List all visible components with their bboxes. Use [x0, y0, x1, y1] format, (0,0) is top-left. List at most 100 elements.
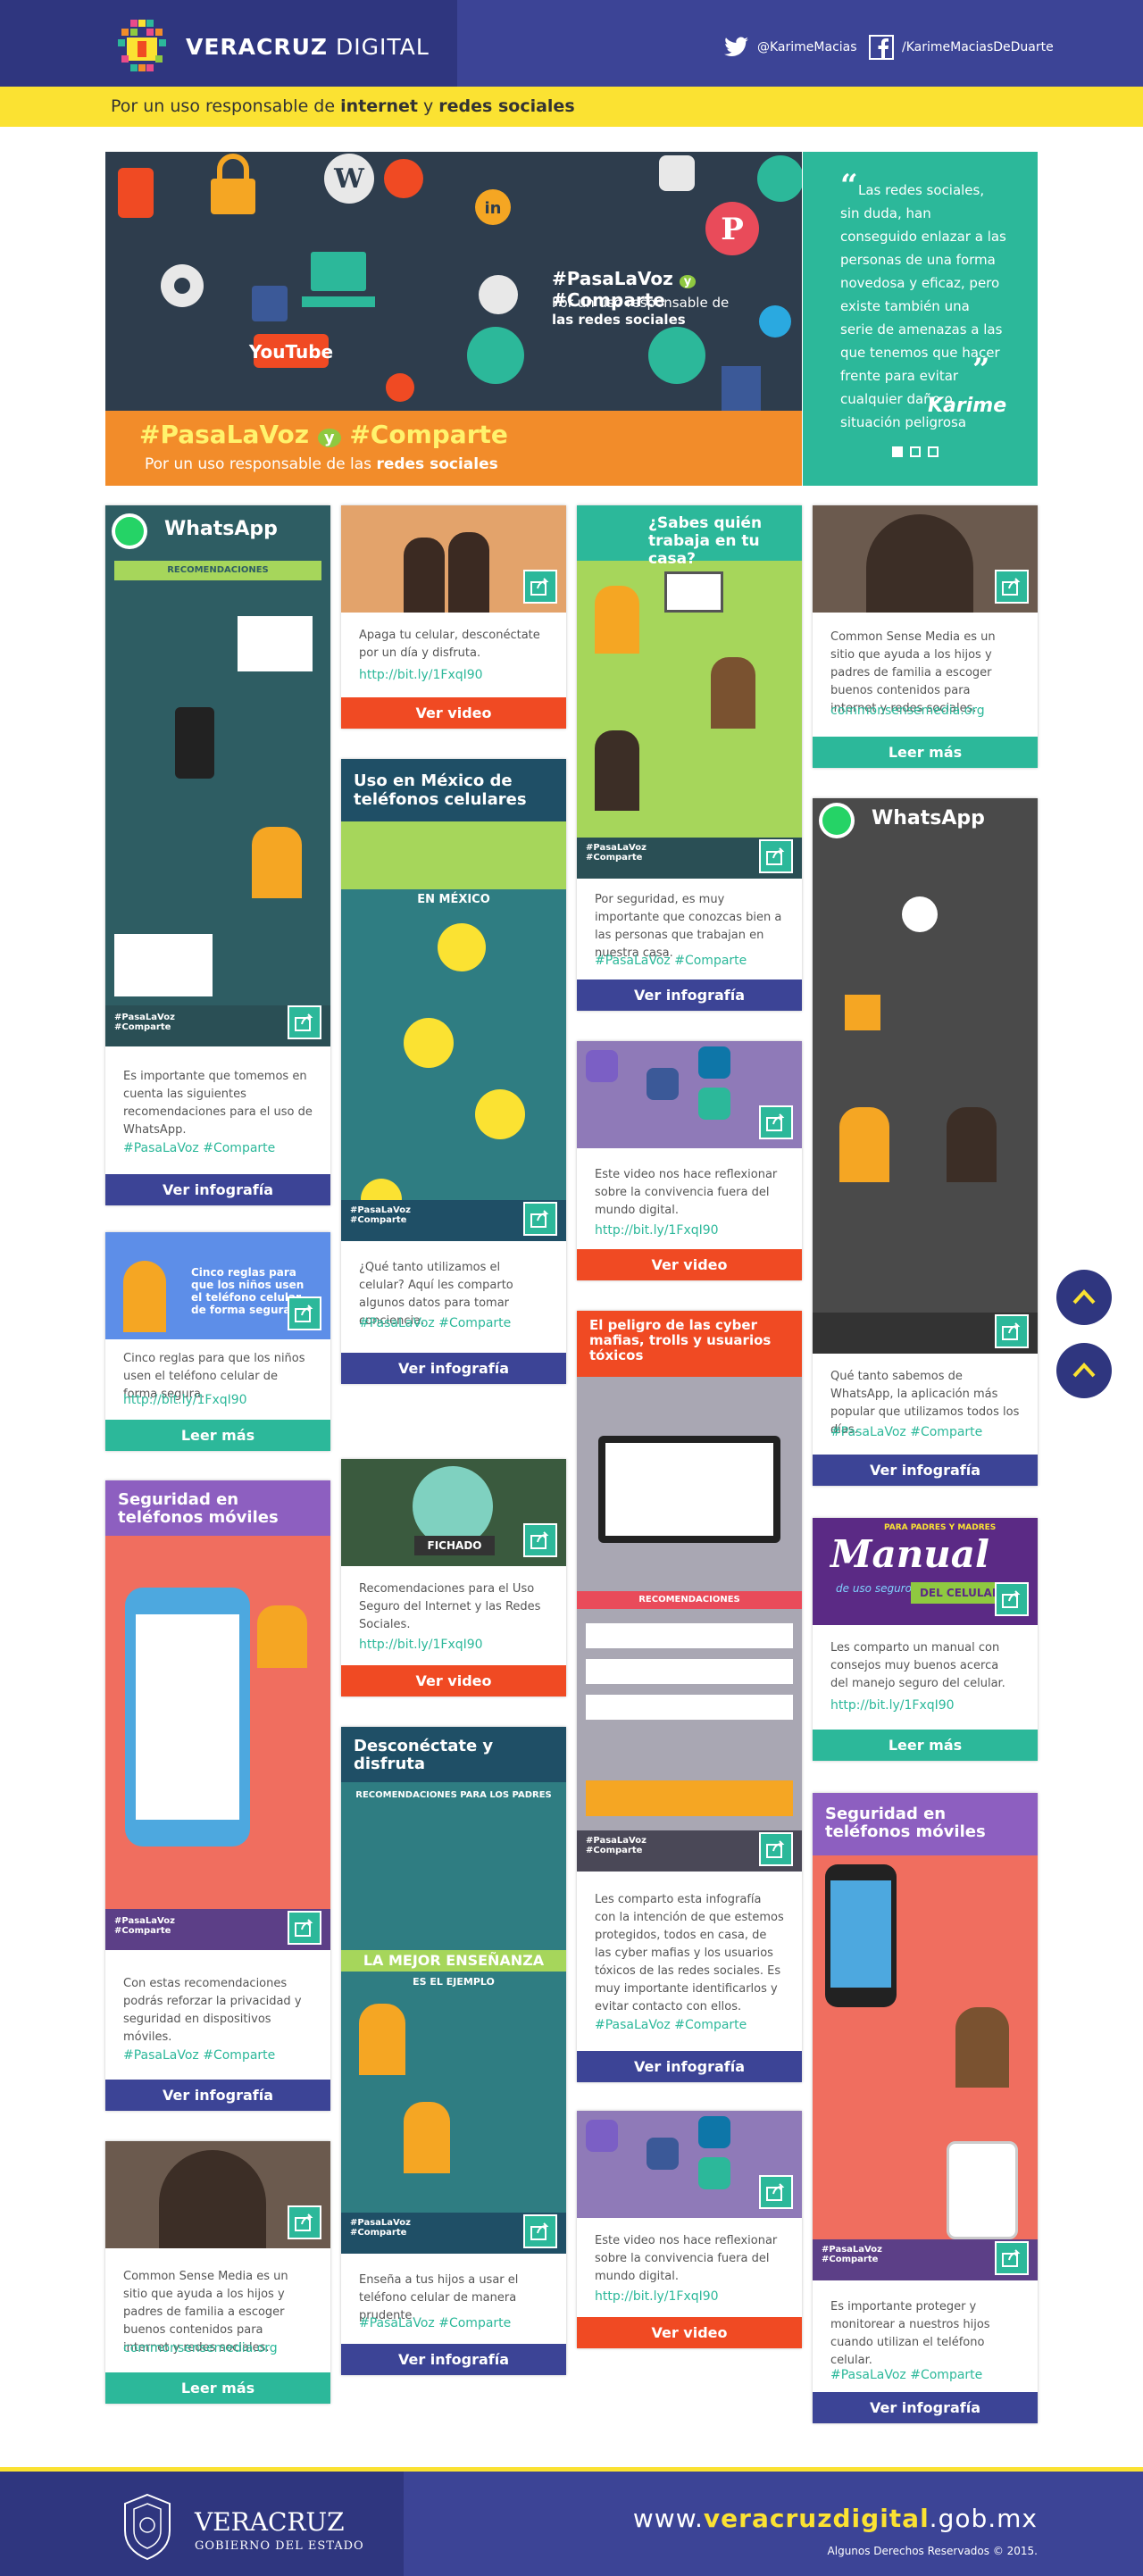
- share-button[interactable]: [288, 1911, 321, 1945]
- close-quote-icon: ”: [972, 352, 990, 388]
- share-button[interactable]: [759, 1832, 793, 1866]
- share-button[interactable]: [995, 1314, 1029, 1348]
- quote-body: Las redes sociales, sin duda, han conseg…: [840, 182, 1006, 430]
- view-video-button[interactable]: Ver video: [341, 1665, 566, 1696]
- card-description: Recomendaciones para el Uso Seguro del I…: [359, 1582, 541, 1631]
- share-icon: [295, 1305, 313, 1322]
- share-button[interactable]: [759, 1105, 793, 1139]
- view-infographic-button[interactable]: Ver infografía: [341, 2344, 566, 2375]
- view-infographic-button[interactable]: Ver infografía: [105, 1174, 330, 1205]
- share-button[interactable]: [759, 2175, 793, 2209]
- view-video-button[interactable]: Ver video: [577, 2317, 802, 2348]
- card-link[interactable]: commonsensemedia.org: [830, 704, 985, 718]
- card-reflect-video[interactable]: Este video nos hace reflexionar sobre la…: [577, 1041, 802, 1280]
- card-whatsapp-facts[interactable]: WhatsApp Qué tanto sabemos de WhatsApp, …: [813, 798, 1038, 1486]
- card-mobile-security-2[interactable]: Seguridad en teléfonos móviles #PasaLaVo…: [813, 1793, 1038, 2423]
- card-link[interactable]: http://bit.ly/1FxqI90: [830, 1698, 955, 1713]
- veracruz-logo-icon[interactable]: [114, 18, 170, 73]
- twitter-icon: [723, 34, 750, 61]
- share-button[interactable]: [288, 1296, 321, 1330]
- facebook-link[interactable]: /KarimeMaciasDeDuarte: [868, 34, 1054, 61]
- card-common-sense-2[interactable]: Common Sense Media es un sitio que ayuda…: [813, 505, 1038, 768]
- share-button[interactable]: [995, 2241, 1029, 2275]
- scroll-up-button[interactable]: [1056, 1270, 1112, 1325]
- card-image: Seguridad en teléfonos móviles #PasaLaVo…: [813, 1793, 1038, 2280]
- banner-hash1: #PasaLaVoz: [139, 420, 310, 449]
- veracruz-seal-icon: [124, 2493, 171, 2561]
- share-button[interactable]: [995, 570, 1029, 604]
- card-disconnect-video[interactable]: Apaga tu celular, desconéctate por un dí…: [341, 505, 566, 729]
- card-cyber-mafias[interactable]: El peligro de las cyber mafias, trolls y…: [577, 1311, 802, 2082]
- view-infographic-button[interactable]: Ver infografía: [577, 980, 802, 1011]
- banner-hash-and: y: [317, 429, 341, 447]
- read-more-button[interactable]: Leer más: [105, 2372, 330, 2404]
- card-hashtags[interactable]: #PasaLaVoz #Comparte: [595, 2018, 747, 2032]
- card-phone-manual[interactable]: PARA PADRES Y MADRES Manual de uso segur…: [813, 1518, 1038, 1761]
- share-button[interactable]: [523, 2214, 557, 2248]
- image-hashtags: #PasaLaVoz #Comparte: [114, 1013, 175, 1032]
- card-whatsapp-recommendations[interactable]: WhatsApp RECOMENDACIONES #PasaLaVoz #Comp…: [105, 505, 330, 1205]
- share-icon: [766, 2183, 785, 2201]
- share-button[interactable]: [523, 1202, 557, 1236]
- card-link[interactable]: http://bit.ly/1FxqI90: [123, 1393, 247, 1407]
- slider-dot-1[interactable]: [892, 446, 903, 457]
- card-description: Les comparto un manual con consejos muy …: [830, 1641, 1005, 1690]
- twitter-link[interactable]: @KarimeMacias: [723, 34, 857, 61]
- card-hashtags[interactable]: #PasaLaVoz #Comparte: [595, 954, 747, 968]
- view-infographic-button[interactable]: Ver infografía: [813, 2392, 1038, 2423]
- view-infographic-button[interactable]: Ver infografía: [105, 2080, 330, 2111]
- footer-url[interactable]: www.veracruzdigital.gob.mx: [633, 2504, 1038, 2533]
- tagline-redes: redes sociales: [438, 96, 575, 116]
- read-more-button[interactable]: Leer más: [813, 1730, 1038, 1761]
- card-disconnect-enjoy[interactable]: Desconéctate y disfruta RECOMENDACIONES …: [341, 1727, 566, 2375]
- view-infographic-button[interactable]: Ver infografía: [577, 2051, 802, 2082]
- share-icon: [530, 1531, 549, 1549]
- card-link[interactable]: http://bit.ly/1FxqI90: [359, 1638, 483, 1652]
- share-icon: [295, 1919, 313, 1937]
- view-video-button[interactable]: Ver video: [577, 1249, 802, 1280]
- card-subtitle-2: LA MEJOR ENSEÑANZA: [341, 1950, 566, 1972]
- hero-hash-subtitle: Por un uso responsable de las redes soci…: [552, 295, 748, 329]
- card-hashtags[interactable]: #PasaLaVoz #Comparte: [123, 2048, 275, 2063]
- card-who-works-home[interactable]: ¿Sabes quién trabaja en tu casa? #PasaLa…: [577, 505, 802, 1011]
- share-button[interactable]: [288, 2205, 321, 2239]
- card-hashtags[interactable]: #PasaLaVoz #Comparte: [830, 2368, 982, 2382]
- share-icon: [530, 578, 549, 596]
- site-brand[interactable]: VERACRUZ DIGITAL: [186, 34, 430, 60]
- slider-dot-3[interactable]: [928, 446, 939, 457]
- share-icon: [530, 1210, 549, 1228]
- share-button[interactable]: [288, 1005, 321, 1039]
- hero-slider[interactable]: W in P YouTube #PasaLaVoz y #Comparte Po…: [105, 152, 802, 486]
- card-fichado-video[interactable]: FICHADO Recomendaciones para el Uso Segu…: [341, 1459, 566, 1696]
- view-infographic-button[interactable]: Ver infografía: [813, 1455, 1038, 1486]
- card-description: Por seguridad, es muy importante que con…: [595, 893, 782, 960]
- card-hashtags[interactable]: #PasaLaVoz #Comparte: [359, 1316, 511, 1330]
- card-link[interactable]: commonsensemedia.org: [123, 2341, 278, 2355]
- slider-dot-2[interactable]: [910, 446, 921, 457]
- card-link[interactable]: http://bit.ly/1FxqI90: [595, 2289, 719, 2304]
- card-image: El peligro de las cyber mafias, trolls y…: [577, 1311, 802, 1872]
- whatsapp-icon: [112, 513, 147, 549]
- card-link[interactable]: http://bit.ly/1FxqI90: [595, 1223, 719, 1238]
- card-hashtags[interactable]: #PasaLaVoz #Comparte: [359, 2316, 511, 2330]
- share-button[interactable]: [523, 570, 557, 604]
- share-button[interactable]: [995, 1582, 1029, 1616]
- read-more-button[interactable]: Leer más: [105, 1420, 330, 1451]
- footer-veracruz[interactable]: VERACRUZ: [195, 2507, 345, 2537]
- card-mexico-phone-use[interactable]: Uso en México de teléfonos celulares EN …: [341, 759, 566, 1384]
- scroll-top-button[interactable]: [1056, 1343, 1112, 1398]
- view-infographic-button[interactable]: Ver infografía: [341, 1353, 566, 1384]
- card-image: Desconéctate y disfruta RECOMENDACIONES …: [341, 1727, 566, 2254]
- card-common-sense[interactable]: Common Sense Media es un sitio que ayuda…: [105, 2141, 330, 2404]
- card-hashtags[interactable]: #PasaLaVoz #Comparte: [123, 1141, 275, 1155]
- card-mobile-security[interactable]: Seguridad en teléfonos móviles #PasaLaVo…: [105, 1480, 330, 2111]
- card-hashtags[interactable]: #PasaLaVoz #Comparte: [830, 1425, 982, 1439]
- card-link[interactable]: http://bit.ly/1FxqI90: [359, 668, 483, 682]
- share-button[interactable]: [523, 1523, 557, 1557]
- card-five-rules[interactable]: Cinco reglas para que los niños usen el …: [105, 1232, 330, 1451]
- card-reflect-video-2[interactable]: Este video nos hace reflexionar sobre la…: [577, 2111, 802, 2348]
- banner-sub-bold: redes sociales: [376, 455, 498, 473]
- read-more-button[interactable]: Leer más: [813, 737, 1038, 768]
- view-video-button[interactable]: Ver video: [341, 697, 566, 729]
- share-button[interactable]: [759, 839, 793, 873]
